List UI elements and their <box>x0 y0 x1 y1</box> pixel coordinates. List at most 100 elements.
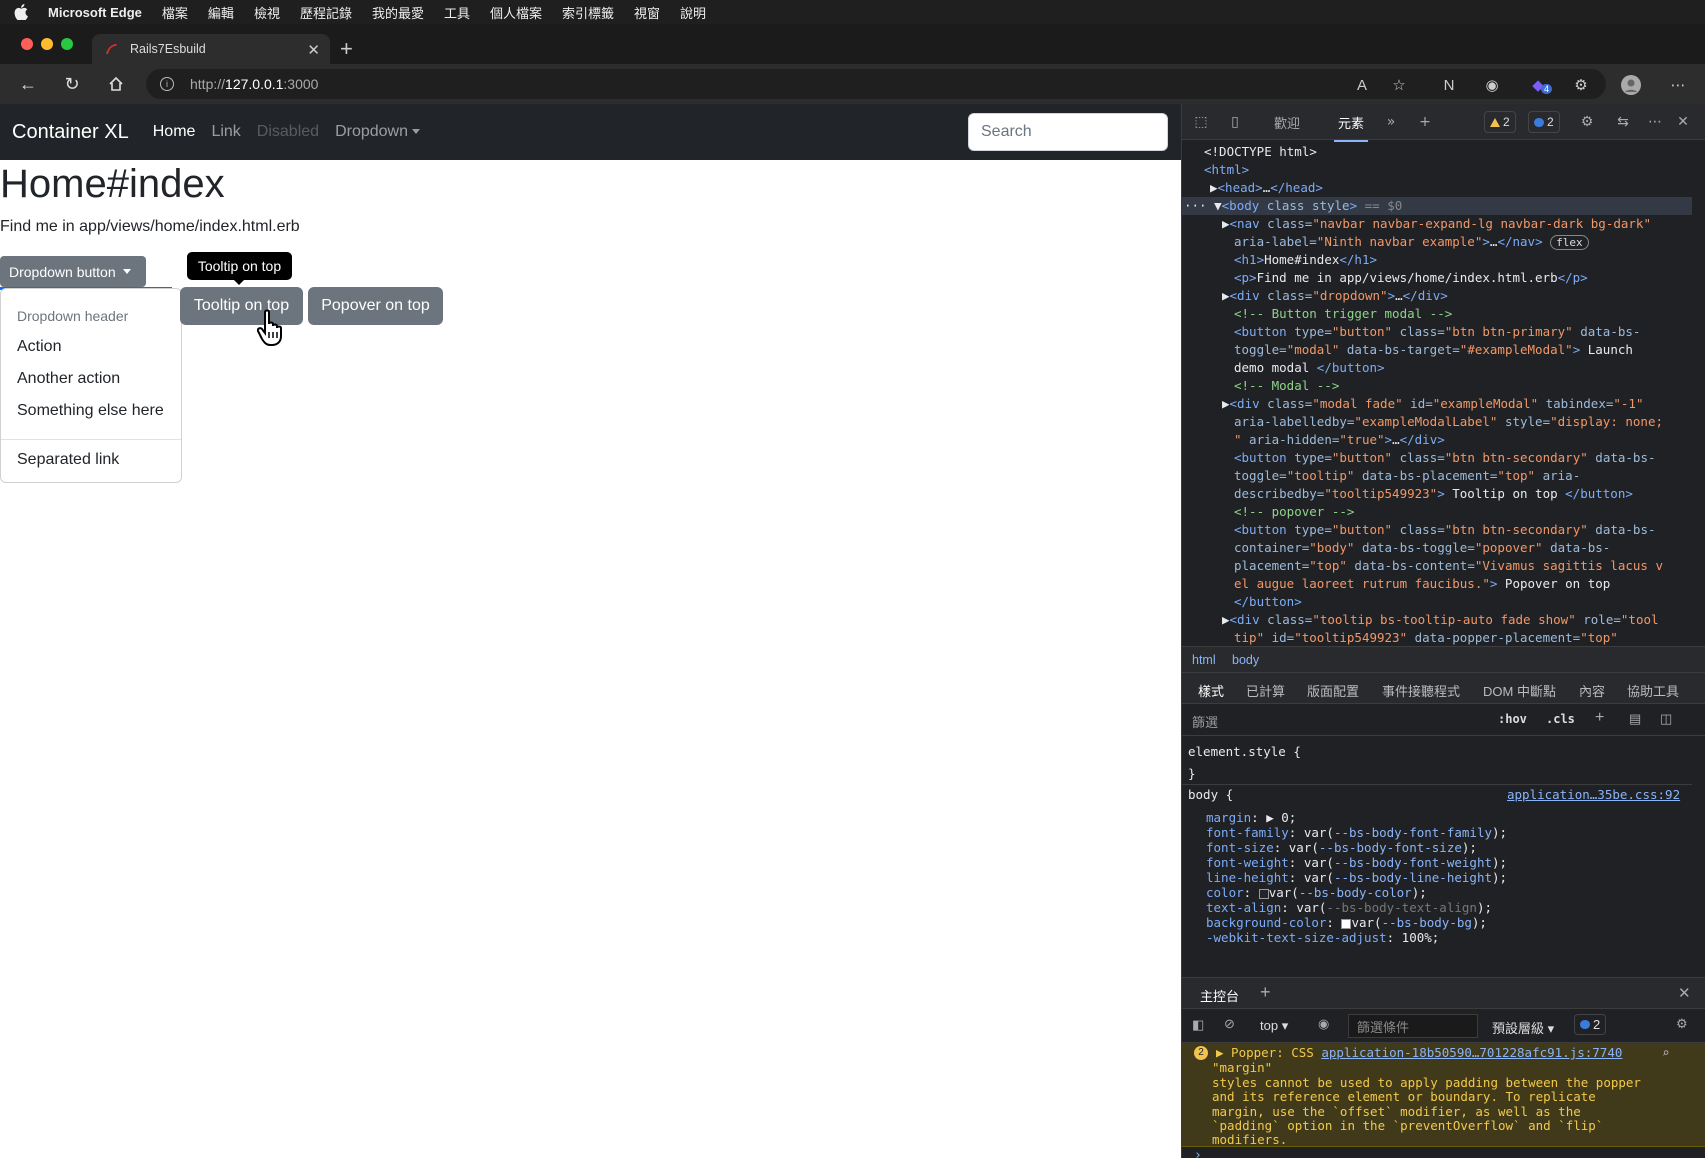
device-emulation-icon[interactable]: ▯ <box>1226 113 1244 131</box>
site-info-icon[interactable]: i <box>160 77 174 91</box>
style-rule-element[interactable]: element.style { <box>1188 744 1301 759</box>
dom-line[interactable]: demo modal </button> <box>1234 359 1385 377</box>
css-prop-line[interactable]: text-align: var(--bs-body-text-align); <box>1206 900 1492 915</box>
menu-window[interactable]: 視窗 <box>634 3 660 22</box>
dom-line[interactable]: container="body" data-bs-toggle="popover… <box>1234 539 1610 557</box>
tab-dom-breakpoints[interactable]: DOM 中斷點 <box>1483 681 1556 700</box>
css-prop-line[interactable]: background-color: var(--bs-body-bg); <box>1206 915 1487 930</box>
back-arrow-icon[interactable]: ← <box>16 72 40 96</box>
messages-badge[interactable]: 2 <box>1528 111 1560 133</box>
dom-line[interactable]: el augue laoreet rutrum faucibus."> Popo… <box>1234 575 1610 593</box>
color-swatch[interactable] <box>1258 888 1269 899</box>
dom-line[interactable]: " aria-hidden="true">…</div> <box>1234 431 1445 449</box>
extension-puzzle-badge-icon[interactable]: ◆ 4 <box>1527 74 1553 96</box>
inspect-element-icon[interactable]: ⬚ <box>1192 113 1210 131</box>
hov-toggle[interactable]: :hov <box>1498 712 1527 726</box>
paint-icon[interactable]: ▤ <box>1629 711 1641 727</box>
search-icon[interactable]: ⌕ <box>1662 1045 1670 1061</box>
tab-console[interactable]: 主控台 <box>1193 986 1246 1014</box>
menu-view[interactable]: 檢視 <box>254 3 280 22</box>
dom-line[interactable]: <button type="button" class="btn btn-sec… <box>1234 449 1656 467</box>
dom-line[interactable]: ▶<div class="tooltip bs-tooltip-auto fad… <box>1222 611 1659 629</box>
console-filter-input[interactable]: 篩選條件 <box>1348 1014 1478 1038</box>
nav-link-home[interactable]: Home <box>153 123 196 141</box>
nav-dropdown-toggle[interactable]: Dropdown <box>335 123 420 141</box>
read-aloud-icon[interactable]: A <box>1351 74 1373 96</box>
navbar-brand[interactable]: Container XL <box>12 121 129 144</box>
dom-line[interactable]: ▶<div class="modal fade" id="exampleModa… <box>1222 395 1643 413</box>
style-rule-body[interactable]: body { <box>1188 787 1233 802</box>
add-drawer-tab-icon[interactable]: + <box>1260 982 1271 1003</box>
tab-accessibility[interactable]: 協助工具 <box>1627 681 1679 700</box>
dom-line[interactable]: ▶<head>…</head> <box>1210 179 1323 197</box>
dom-line[interactable]: <!-- Modal --> <box>1234 377 1339 395</box>
breadcrumb-body[interactable]: body <box>1232 653 1259 667</box>
console-settings-gear-icon[interactable]: ⚙ <box>1676 1016 1688 1032</box>
clear-console-icon[interactable]: ⊘ <box>1224 1016 1235 1032</box>
menu-history[interactable]: 歷程記錄 <box>300 3 352 22</box>
dom-line[interactable]: <!DOCTYPE html> <box>1204 143 1317 161</box>
console-issues-badge[interactable]: 2 <box>1574 1014 1607 1035</box>
dom-line[interactable]: <!-- popover --> <box>1234 503 1354 521</box>
console-prompt-icon[interactable]: › <box>1194 1148 1202 1163</box>
app-menu-name[interactable]: Microsoft Edge <box>48 5 142 20</box>
dom-line[interactable]: <button type="button" class="btn btn-sec… <box>1234 521 1656 539</box>
dom-line[interactable]: toggle="tooltip" data-bs-placement="top"… <box>1234 467 1580 485</box>
more-tabs-icon[interactable]: » <box>1382 113 1400 131</box>
css-prop-line[interactable]: -webkit-text-size-adjust: 100%; <box>1206 930 1439 945</box>
css-prop-line[interactable]: font-weight: var(--bs-body-font-weight); <box>1206 855 1507 870</box>
menu-help[interactable]: 說明 <box>680 3 706 22</box>
dom-line[interactable]: ▶<div class="dropdown">…</div> <box>1222 287 1448 305</box>
css-source-link[interactable]: application…35be.css:92 <box>1507 787 1680 802</box>
close-window-button[interactable] <box>21 38 33 50</box>
dropdown-item-something-else[interactable]: Something else here <box>17 402 164 420</box>
breadcrumb-html[interactable]: html <box>1192 653 1216 667</box>
dom-line[interactable]: aria-label="Ninth navbar example">…</nav… <box>1234 233 1589 252</box>
tab-welcome[interactable]: 歡迎 <box>1274 113 1300 132</box>
tab-properties[interactable]: 內容 <box>1579 681 1605 700</box>
close-tab-icon[interactable]: ✕ <box>307 41 320 59</box>
refresh-icon[interactable]: ↻ <box>60 72 84 96</box>
css-prop-line[interactable]: font-size: var(--bs-body-font-size); <box>1206 840 1477 855</box>
apple-icon[interactable] <box>14 4 28 20</box>
dom-line[interactable]: <h1>Home#index</h1> <box>1234 251 1377 269</box>
add-tab-icon[interactable]: + <box>1416 113 1434 131</box>
address-field[interactable]: i http://127.0.0.1:3000 <box>146 69 1606 99</box>
dom-line[interactable]: tip" id="tooltip549923" data-popper-plac… <box>1234 629 1618 646</box>
live-expression-eye-icon[interactable]: ◉ <box>1318 1016 1329 1032</box>
browser-tab[interactable]: Rails7Esbuild ✕ <box>92 34 330 64</box>
dom-line[interactable]: <p>Find me in app/views/home/index.html.… <box>1234 269 1588 287</box>
close-drawer-icon[interactable]: ✕ <box>1678 984 1691 1002</box>
new-rule-icon[interactable]: + <box>1595 709 1604 727</box>
dropdown-item-separated-link[interactable]: Separated link <box>17 451 119 469</box>
popover-button[interactable]: Popover on top <box>308 287 443 325</box>
menu-tabs[interactable]: 索引標籤 <box>562 3 614 22</box>
menu-file[interactable]: 檔案 <box>162 3 188 22</box>
connect-device-icon[interactable]: ⇆ <box>1614 113 1632 131</box>
add-favorite-icon[interactable]: ☆ <box>1388 74 1410 96</box>
menu-profiles[interactable]: 個人檔案 <box>490 3 542 22</box>
css-prop-line[interactable]: margin: ▶ 0; <box>1206 810 1296 825</box>
warnings-badge[interactable]: 2 <box>1484 111 1516 133</box>
settings-gear-icon[interactable]: ⚙ <box>1578 113 1596 131</box>
tab-computed[interactable]: 已計算 <box>1246 681 1285 700</box>
menu-tools[interactable]: 工具 <box>444 3 470 22</box>
dom-line[interactable]: aria-labelledby="exampleModalLabel" styl… <box>1234 413 1663 431</box>
search-input[interactable]: Search <box>968 113 1168 151</box>
zoom-window-button[interactable] <box>61 38 73 50</box>
extension-glasses-icon[interactable]: ◉ <box>1481 74 1503 96</box>
dom-line[interactable]: ▶<nav class="navbar navbar-expand-lg nav… <box>1222 215 1651 233</box>
dom-line[interactable]: <button type="button" class="btn btn-pri… <box>1234 323 1640 341</box>
context-select[interactable]: top ▾ <box>1260 1018 1288 1034</box>
css-prop-line[interactable]: font-family: var(--bs-body-font-family); <box>1206 825 1507 840</box>
styles-filter-input[interactable]: 篩選 <box>1192 712 1218 731</box>
dom-line[interactable]: <html> <box>1204 161 1249 179</box>
dom-line[interactable]: describedby="tooltip549923"> Tooltip on … <box>1234 485 1633 503</box>
css-prop-line[interactable]: line-height: var(--bs-body-line-height); <box>1206 870 1507 885</box>
sidebar-toggle-icon[interactable]: ◫ <box>1660 711 1672 727</box>
menu-favorites[interactable]: 我的最愛 <box>372 3 424 22</box>
more-menu-icon[interactable]: ⋯ <box>1667 74 1689 96</box>
css-prop-line[interactable]: color: var(--bs-body-color); <box>1206 885 1427 900</box>
tab-elements[interactable]: 元素 <box>1333 113 1369 142</box>
tab-styles[interactable]: 樣式 <box>1191 681 1231 708</box>
